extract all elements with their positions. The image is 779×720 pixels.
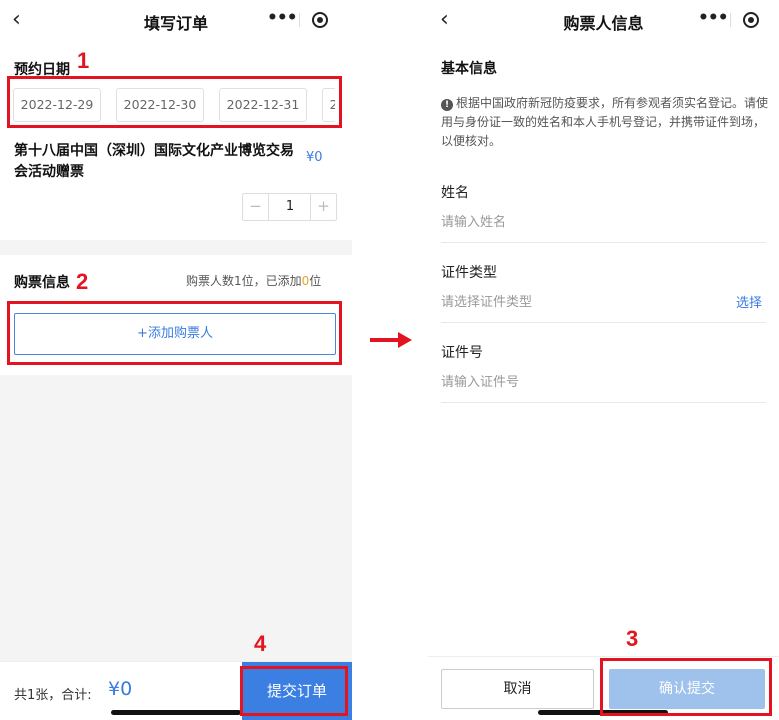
decrease-button[interactable]: − — [243, 194, 269, 220]
annotation-box-2 — [7, 301, 342, 365]
id-type-label: 证件类型 — [441, 265, 497, 281]
name-label: 姓名 — [441, 185, 469, 201]
more-icon[interactable]: ••• — [267, 8, 298, 28]
buyer-count-suffix: 位 — [309, 274, 322, 288]
ticket-price: ¥0 — [306, 150, 323, 165]
nav-bar: ‹ 购票人信息 ••• — [428, 0, 779, 40]
capsule-divider — [730, 13, 731, 27]
buyer-count-prefix: 购票人数1位，已添加 — [186, 274, 302, 288]
quantity-value[interactable]: 1 — [270, 194, 310, 220]
id-number-input[interactable] — [441, 371, 766, 393]
basic-info-heading: 基本信息 — [441, 61, 497, 77]
field-divider — [441, 242, 766, 243]
annotation-box-3 — [600, 658, 772, 716]
notice-text: ! 根据中国政府新冠防疫要求，所有参观者须实名登记。请使用与身份证一致的姓名和本人… — [441, 94, 771, 151]
select-id-type-link[interactable]: 选择 — [736, 292, 762, 311]
mini-program-capsule: ••• — [686, 5, 774, 35]
id-type-select[interactable] — [441, 291, 721, 313]
mini-program-capsule: ••• — [255, 5, 343, 35]
order-form-screen: ‹ 填写订单 ••• 预约日期 2022-12-29 2022-12-30 20… — [0, 0, 352, 720]
buyer-count: 购票人数1位，已添加0位 — [186, 272, 321, 289]
flow-arrow-icon — [370, 332, 412, 348]
home-indicator — [111, 710, 241, 715]
buyer-info-label: 购票信息 — [14, 275, 70, 291]
buyer-info-screen: ‹ 购票人信息 ••• 基本信息 ! 根据中国政府新冠防疫要求，所有参观者须实名登… — [428, 0, 779, 720]
nav-bar: ‹ 填写订单 ••• — [0, 0, 352, 40]
annotation-number-2: 2 — [76, 269, 89, 294]
notice-body: 根据中国政府新冠防疫要求，所有参观者须实名登记。请使用与身份证一致的姓名和本人手… — [441, 96, 769, 148]
field-divider — [441, 402, 766, 403]
cancel-button[interactable]: 取消 — [441, 669, 594, 709]
capsule-divider — [299, 13, 300, 27]
more-icon[interactable]: ••• — [698, 8, 729, 28]
increase-button[interactable]: + — [310, 194, 336, 220]
name-input[interactable] — [441, 211, 766, 233]
annotation-box-1 — [7, 76, 342, 128]
ticket-name: 第十八届中国（深圳）国际文化产业博览交易会活动赠票 — [14, 143, 294, 180]
total-label: 共1张，合计: — [14, 688, 92, 703]
info-icon: ! — [441, 99, 453, 111]
total-value: ¥0 — [108, 678, 133, 700]
quantity-stepper: − 1 + — [242, 193, 337, 221]
close-target-icon[interactable] — [312, 12, 328, 28]
field-divider — [441, 322, 766, 323]
id-number-label: 证件号 — [441, 345, 483, 361]
annotation-box-4 — [240, 666, 348, 716]
annotation-number-3: 3 — [626, 626, 639, 651]
close-target-icon[interactable] — [743, 12, 759, 28]
annotation-number-4: 4 — [254, 631, 267, 656]
annotation-number-1: 1 — [77, 48, 90, 73]
